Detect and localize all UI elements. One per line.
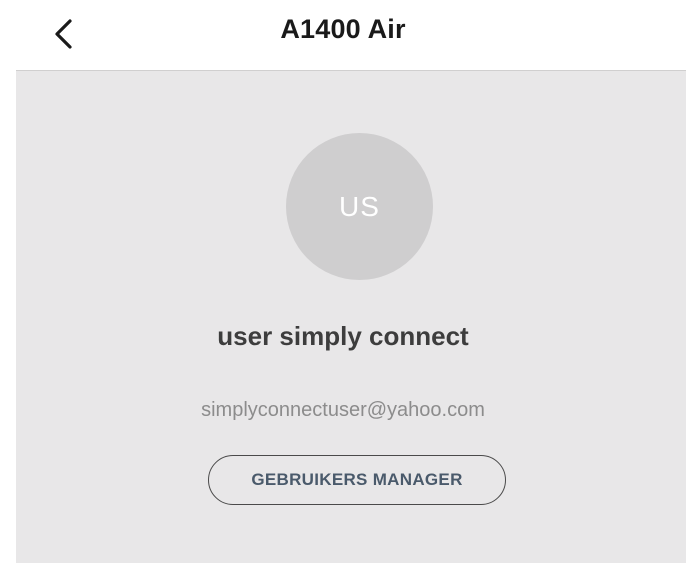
user-manager-button[interactable]: GEBRUIKERS MANAGER bbox=[208, 455, 506, 505]
user-email: simplyconnectuser@yahoo.com bbox=[201, 399, 485, 421]
user-manager-button-label: GEBRUIKERS MANAGER bbox=[251, 470, 463, 489]
avatar-initials: US bbox=[339, 190, 380, 222]
avatar: US bbox=[286, 133, 433, 280]
app-header: A1400 Air bbox=[0, 0, 686, 70]
page-title: A1400 Air bbox=[280, 14, 406, 44]
user-name: user simply connect bbox=[217, 321, 469, 351]
